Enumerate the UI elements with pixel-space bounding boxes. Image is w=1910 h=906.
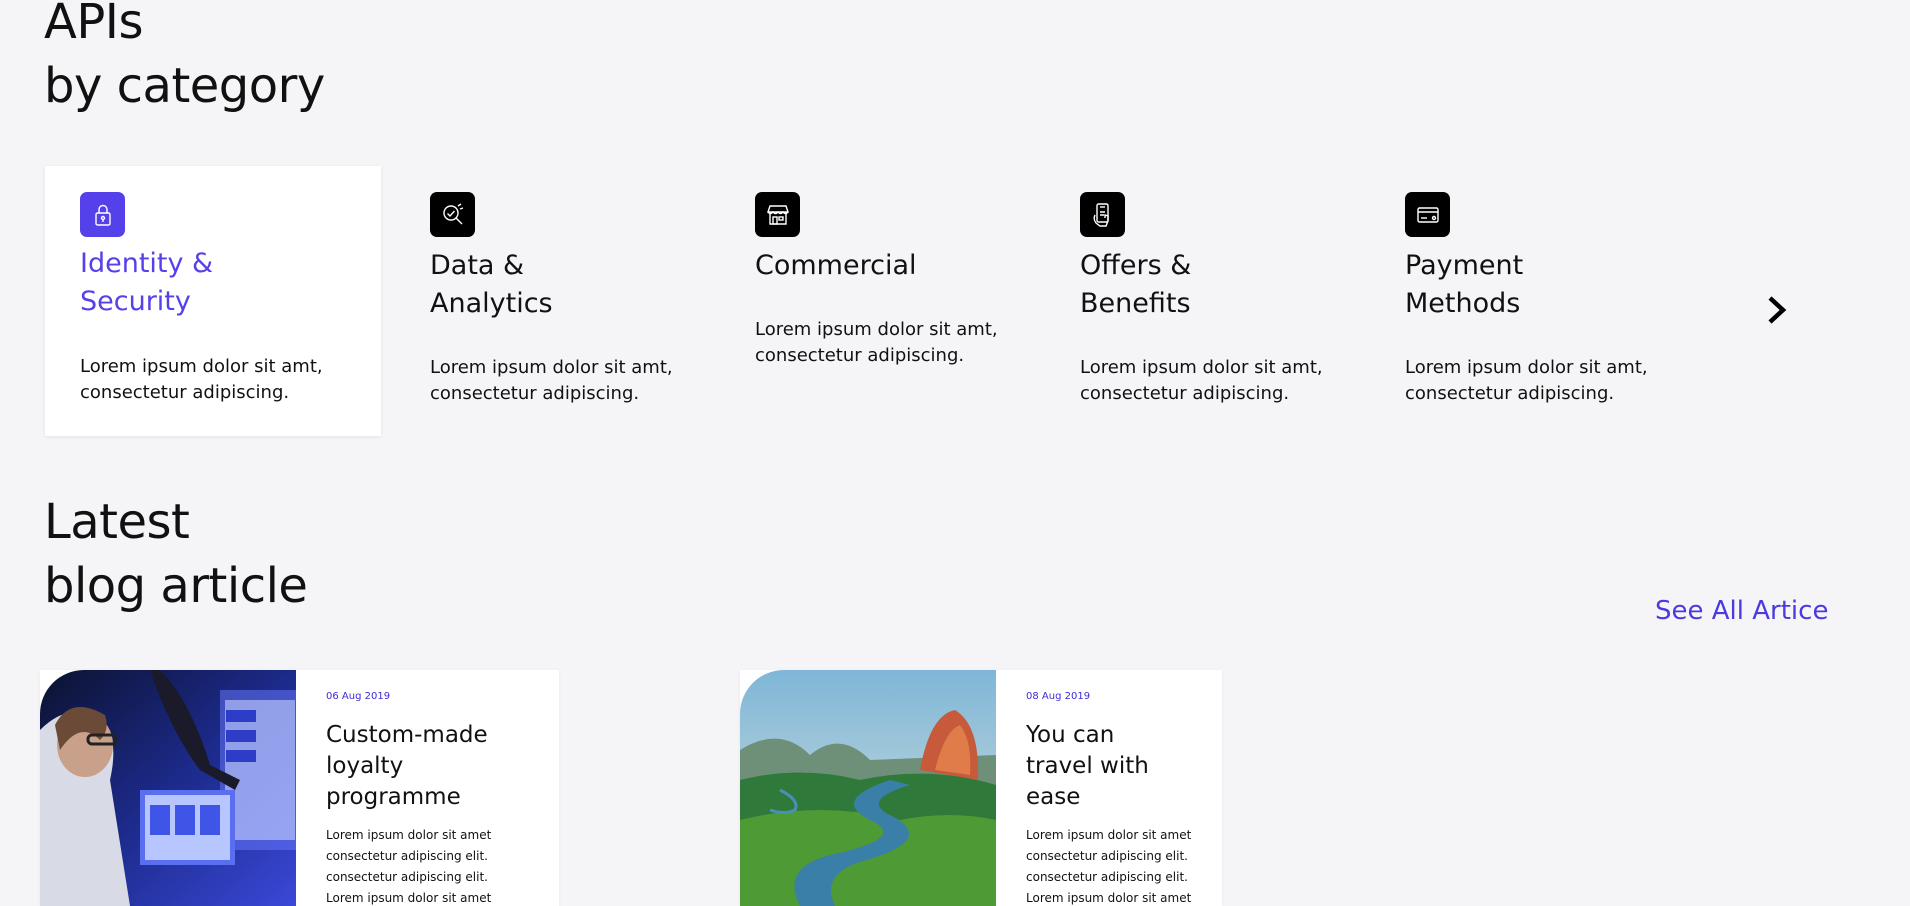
blog-excerpt: Lorem ipsum dolor sit amet consectetur a… — [326, 825, 529, 906]
blog-title-line2: loyalty programme — [326, 753, 461, 810]
blog-excerpt-line: consectetur adipiscing elit. — [326, 870, 488, 884]
category-title-line1: Payment — [1405, 250, 1524, 281]
credit-card-icon — [1405, 192, 1450, 237]
blog-card-body: 06 Aug 2019 Custom-made loyalty programm… — [296, 670, 559, 906]
category-description-line2: consectetur adipiscing. — [80, 382, 290, 403]
category-description-line2: consectetur adipiscing. — [430, 383, 640, 404]
blog-date: 06 Aug 2019 — [326, 691, 391, 702]
category-card-commercial[interactable]: Commercial Lorem ipsum dolor sit amt, co… — [720, 166, 1056, 436]
category-title: Offers & Benefits — [1080, 247, 1320, 323]
blog-excerpt-line: consectetur adipiscing elit. — [1026, 870, 1188, 884]
blog-title: You can travel with ease — [1026, 720, 1192, 813]
blog-excerpt-line: Lorem ipsum dolor sit amet — [326, 828, 492, 842]
category-title-line2: Methods — [1405, 288, 1521, 319]
category-description-line1: Lorem ipsum dolor sit amt, — [755, 319, 998, 340]
blog-excerpt-line: Lorem ipsum dolor sit amet — [1026, 828, 1192, 842]
blog-card-loyalty[interactable]: 06 Aug 2019 Custom-made loyalty programm… — [40, 670, 559, 906]
blog-title-line2: blog article — [44, 558, 308, 614]
category-title: Data & Analytics — [430, 247, 670, 323]
category-description-line1: Lorem ipsum dolor sit amt, — [1405, 357, 1648, 378]
blog-image-person-screens — [40, 670, 296, 906]
category-title-line1: Data & — [430, 250, 525, 281]
blog-date: 08 Aug 2019 — [1026, 691, 1091, 702]
category-title-line2: Security — [80, 286, 191, 317]
category-card-payment-methods[interactable]: Payment Methods Lorem ipsum dolor sit am… — [1370, 166, 1706, 436]
category-title: Identity & Security — [80, 245, 320, 321]
blog-excerpt: Lorem ipsum dolor sit amet consectetur a… — [1026, 825, 1192, 906]
analytics-magnifier-icon — [430, 192, 475, 237]
category-description-line1: Lorem ipsum dolor sit amt, — [80, 356, 323, 377]
blog-excerpt-line: Lorem ipsum dolor sit amet — [1026, 891, 1192, 905]
storefront-icon — [755, 192, 800, 237]
category-description-line2: consectetur adipiscing. — [755, 345, 965, 366]
category-title-line1: Offers & — [1080, 250, 1192, 281]
blog-title-line1: You can — [1026, 722, 1115, 748]
blog-excerpt-line: consectetur adipiscing elit. — [1026, 849, 1188, 863]
blog-title: Custom-made loyalty programme — [326, 720, 529, 813]
category-description: Lorem ipsum dolor sit amt, consectetur a… — [430, 355, 700, 407]
lock-icon — [80, 192, 125, 237]
blog-section-title: Latest blog article — [44, 490, 308, 618]
category-card-offers-benefits[interactable]: Offers & Benefits Lorem ipsum dolor sit … — [1045, 166, 1381, 436]
category-title-line1: Identity & — [80, 248, 214, 279]
category-description-line2: consectetur adipiscing. — [1080, 383, 1290, 404]
category-title-line2: Analytics — [430, 288, 553, 319]
category-title-line1: Commercial — [755, 250, 917, 281]
blog-title-line1: Latest — [44, 494, 190, 550]
blog-card-body: 08 Aug 2019 You can travel with ease Lor… — [996, 670, 1222, 906]
category-description: Lorem ipsum dolor sit amt, consectetur a… — [755, 317, 1025, 369]
blog-title-line2: travel with ease — [1026, 753, 1149, 810]
category-title: Commercial — [755, 247, 995, 285]
blog-excerpt-line: consectetur adipiscing elit. — [326, 849, 488, 863]
category-description: Lorem ipsum dolor sit amt, consectetur a… — [80, 354, 350, 406]
carousel-next-button[interactable] — [1762, 293, 1792, 327]
blog-image-river-landscape — [740, 670, 996, 906]
category-card-identity-security[interactable]: Identity & Security Lorem ipsum dolor si… — [45, 166, 381, 436]
apis-section-title: APIs by category — [44, 0, 325, 118]
category-description-line1: Lorem ipsum dolor sit amt, — [430, 357, 673, 378]
blog-excerpt-line: Lorem ipsum dolor sit amet — [326, 891, 492, 905]
category-description: Lorem ipsum dolor sit amt, consectetur a… — [1080, 355, 1350, 407]
category-title-line2: Benefits — [1080, 288, 1191, 319]
category-card-data-analytics[interactable]: Data & Analytics Lorem ipsum dolor sit a… — [395, 166, 731, 436]
see-all-articles-link[interactable]: See All Artice — [1655, 596, 1828, 626]
apis-title-line1: APIs — [44, 0, 143, 50]
category-title: Payment Methods — [1405, 247, 1645, 323]
category-description: Lorem ipsum dolor sit amt, consectetur a… — [1405, 355, 1675, 407]
category-description-line1: Lorem ipsum dolor sit amt, — [1080, 357, 1323, 378]
blog-card-travel[interactable]: 08 Aug 2019 You can travel with ease Lor… — [740, 670, 1222, 906]
category-description-line2: consectetur adipiscing. — [1405, 383, 1615, 404]
blog-title-line1: Custom-made — [326, 722, 488, 748]
phone-offer-icon — [1080, 192, 1125, 237]
apis-title-line2: by category — [44, 58, 325, 114]
chevron-right-icon — [1768, 296, 1787, 324]
